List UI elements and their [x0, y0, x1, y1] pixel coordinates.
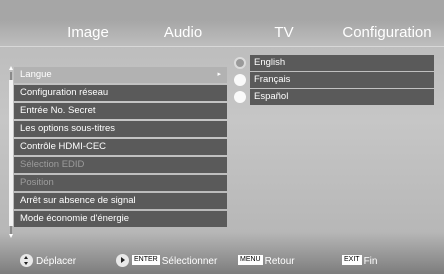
up-down-nav-icon	[20, 253, 33, 267]
radio-unchecked-icon[interactable]	[234, 74, 246, 86]
menu-item[interactable]: Arrêt sur absence de signal	[14, 193, 227, 209]
move-label: Déplacer	[36, 256, 77, 267]
key-hint-footer: Déplacer ENTER Sélectionner MENU Retour EX…	[0, 253, 444, 271]
footer-move-hint: Déplacer	[20, 253, 76, 271]
tab-tv[interactable]: TV	[274, 22, 293, 44]
configuration-menu: Langue ▸ Configuration réseau Entrée No. Se…	[14, 67, 227, 229]
menu-item[interactable]: Contrôle HDMI-CEC	[14, 139, 227, 155]
menu-item-label: Configuration réseau	[20, 87, 109, 98]
menu-item-label: Sélection EDID	[20, 159, 85, 170]
menu-item: Position	[14, 175, 227, 191]
menu-item-label: Entrée No. Secret	[20, 105, 96, 116]
radio-checked-icon[interactable]	[234, 57, 246, 69]
language-option[interactable]: English	[232, 55, 434, 71]
menu-item-label: Mode économie d'énergie	[20, 213, 130, 224]
select-label: Sélectionner	[161, 256, 218, 267]
tab-divider	[0, 46, 444, 47]
menu-item[interactable]: Configuration réseau	[14, 85, 227, 101]
submenu-arrow-icon: ▸	[217, 71, 221, 78]
scroll-down-arrow-icon[interactable]	[9, 234, 13, 238]
menu-scrollbar-thumb[interactable]	[9, 80, 13, 226]
tab-image[interactable]: Image	[67, 22, 109, 44]
menu-item-label: Langue	[20, 69, 52, 80]
menu-item-label: Arrêt sur absence de signal	[20, 195, 136, 206]
tab-audio[interactable]: Audio	[164, 22, 202, 44]
top-tab-bar: Image Audio TV Configuration	[0, 22, 444, 44]
menu-item-label: Position	[20, 177, 54, 188]
exit-key-badge: EXIT	[342, 255, 362, 266]
menu-item[interactable]: Entrée No. Secret	[14, 103, 227, 119]
menu-item: Sélection EDID	[14, 157, 227, 173]
language-option-label[interactable]: Español	[250, 89, 434, 105]
footer-exit-hint: EXIT Fin	[342, 253, 377, 271]
scroll-up-arrow-icon[interactable]	[9, 66, 13, 70]
right-nav-icon	[116, 253, 129, 267]
menu-item[interactable]: Les options sous-titres	[14, 121, 227, 137]
language-options-panel: English Français Español	[232, 55, 434, 106]
menu-item[interactable]: Mode économie d'énergie	[14, 211, 227, 227]
enter-key-badge: ENTER	[132, 255, 160, 266]
language-option-label[interactable]: Français	[250, 72, 434, 88]
menu-item[interactable]: Langue ▸	[14, 67, 227, 83]
footer-back-hint: MENU Retour	[238, 253, 295, 271]
menu-item-label: Les options sous-titres	[20, 123, 116, 134]
language-option-label[interactable]: English	[250, 55, 434, 71]
footer-select-hint: ENTER Sélectionner	[116, 253, 217, 271]
radio-unchecked-icon[interactable]	[234, 91, 246, 103]
menu-key-badge: MENU	[238, 255, 263, 266]
exit-label: Fin	[363, 256, 378, 267]
tab-configuration[interactable]: Configuration	[342, 22, 431, 44]
tv-settings-screen: Image Audio TV Configuration Langue ▸ Conf…	[0, 0, 444, 274]
language-option[interactable]: Español	[232, 89, 434, 105]
back-label: Retour	[264, 256, 295, 267]
language-option[interactable]: Français	[232, 72, 434, 88]
menu-item-label: Contrôle HDMI-CEC	[20, 141, 107, 152]
